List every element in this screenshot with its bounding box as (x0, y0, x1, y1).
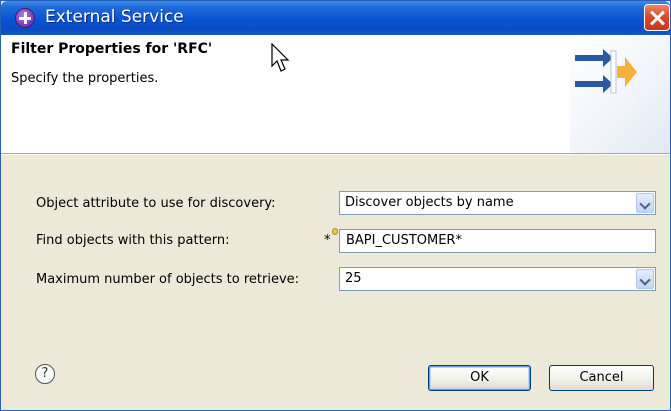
dialog-window: External Service Filter Properties for '… (0, 0, 671, 411)
content-assist-icon (332, 228, 338, 235)
object-attribute-label: Object attribute to use for discovery: (36, 196, 276, 211)
header-separator (1, 153, 670, 155)
max-objects-value: 25 (345, 271, 362, 286)
max-objects-label: Maximum number of objects to retrieve: (36, 272, 300, 287)
find-pattern-label: Find objects with this pattern: (36, 233, 230, 248)
find-pattern-value: BAPI_CUSTOMER* (346, 233, 462, 248)
cancel-button[interactable]: Cancel (549, 365, 654, 391)
title-bar[interactable]: External Service (1, 1, 670, 35)
chevron-down-icon[interactable] (636, 269, 654, 289)
page-title: Filter Properties for 'RFC' (11, 41, 213, 57)
find-pattern-input[interactable]: BAPI_CUSTOMER* (339, 229, 656, 253)
mouse-cursor-icon (271, 43, 290, 72)
object-attribute-value: Discover objects by name (345, 195, 514, 210)
ok-button[interactable]: OK (428, 365, 531, 391)
max-objects-combo[interactable]: 25 (339, 267, 656, 291)
external-service-icon (15, 8, 35, 28)
help-icon[interactable]: ? (35, 364, 55, 384)
required-marker: * (324, 233, 331, 248)
close-button[interactable] (644, 4, 670, 31)
import-arrows-icon (575, 49, 637, 94)
page-description: Specify the properties. (11, 71, 159, 86)
object-attribute-combo[interactable]: Discover objects by name (339, 191, 656, 215)
window-title: External Service (45, 7, 184, 27)
chevron-down-icon[interactable] (636, 193, 654, 213)
